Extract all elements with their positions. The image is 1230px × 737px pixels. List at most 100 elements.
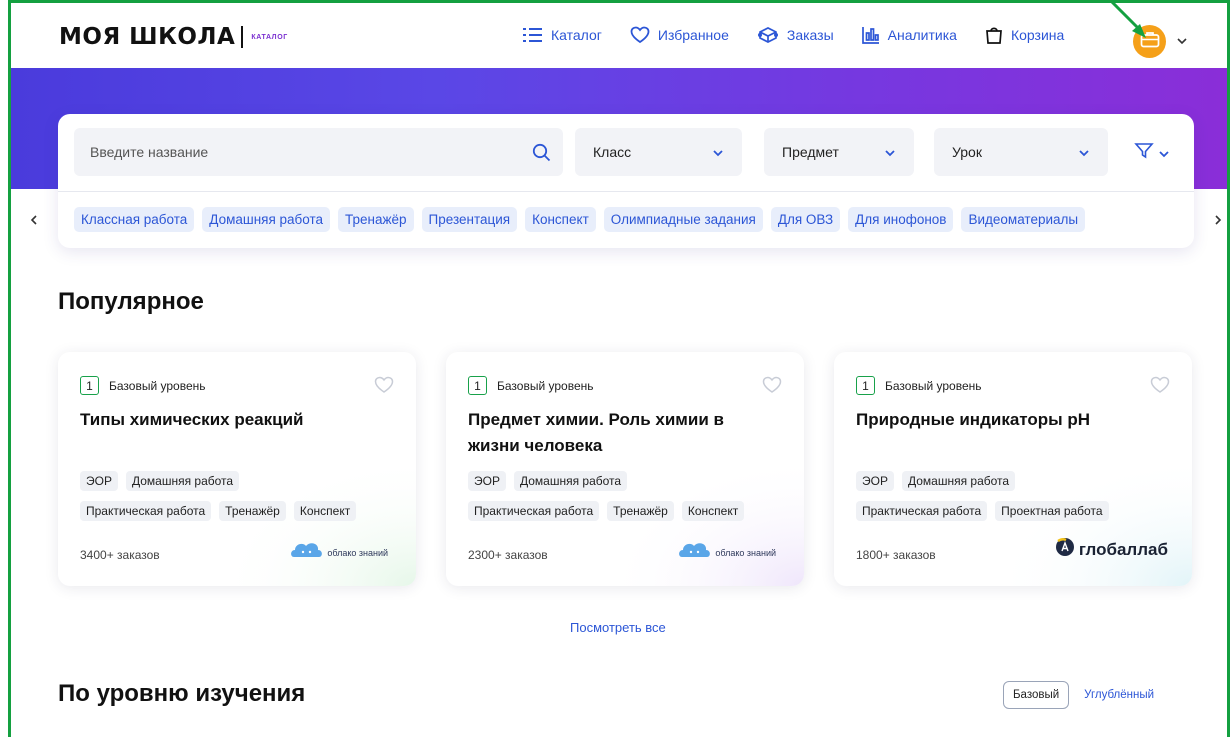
search-box [74, 128, 563, 176]
chip[interactable]: Домашняя работа [202, 207, 331, 232]
nav-catalog-label: Каталог [551, 27, 602, 43]
tag-row: ЭОР Домашняя работа [80, 471, 400, 499]
heart-icon [630, 26, 650, 44]
favorite-heart-icon[interactable] [762, 376, 782, 399]
select-class[interactable]: Класс [575, 128, 742, 176]
logo-divider [241, 26, 244, 48]
chip[interactable]: Олимпиадные задания [603, 207, 763, 232]
filter-button[interactable] [1134, 142, 1170, 165]
level-label: Базовый уровень [497, 378, 594, 393]
tag: Домашняя работа [513, 471, 628, 491]
brand-name: глобаллаб [1078, 539, 1168, 559]
chevron-down-icon [1078, 144, 1090, 160]
tag: Практическая работа [856, 501, 988, 521]
search-input[interactable] [90, 128, 510, 176]
main-nav: Каталог Избранное Заказы Аналитика Корзи… [523, 25, 1064, 45]
brand-logo: облако знаний [678, 540, 776, 565]
tag-row: ЭОР Домашняя работа [468, 471, 788, 499]
search-icon[interactable] [532, 143, 551, 167]
tag: Конспект [293, 501, 357, 521]
level-label: Базовый уровень [885, 378, 982, 393]
card-title[interactable]: Природные индикаторы pH [856, 407, 1156, 433]
tag: Тренажёр [219, 501, 286, 521]
see-all-link[interactable]: Посмотреть все [570, 620, 666, 635]
tag: Домашняя работа [901, 471, 1016, 491]
select-subject-label: Предмет [782, 144, 839, 160]
type-chips: Классная работа Домашняя работа Тренажёр… [74, 207, 1093, 232]
nav-favorites-label: Избранное [657, 27, 729, 43]
chevron-down-icon [1158, 145, 1170, 163]
tag: Домашняя работа [125, 471, 240, 491]
logo[interactable]: МОЯ ШКОЛА КАТАЛОГ [59, 24, 288, 50]
tag: Тренажёр [607, 501, 674, 521]
orders-count: 2300+ заказов [468, 548, 548, 562]
orders-count: 3400+ заказов [80, 548, 160, 562]
card-title[interactable]: Типы химических реакций [80, 407, 380, 433]
chevron-right-icon[interactable] [1210, 212, 1226, 228]
search-panel: Класс Предмет Урок Классная работа Домаш… [58, 114, 1194, 248]
level-number: 1 [80, 376, 99, 395]
product-card[interactable]: 1 Базовый уровень Природные индикаторы p… [834, 352, 1192, 586]
tag-row: Практическая работа Проектная работа [856, 501, 1176, 529]
filter-icon [1134, 142, 1154, 165]
section-title-by-level: По уровню изучения [58, 680, 306, 707]
analytics-icon [861, 26, 880, 44]
nav-analytics-label: Аналитика [887, 27, 957, 43]
chip[interactable]: Тренажёр [338, 207, 414, 232]
tag: Проектная работа [995, 501, 1109, 521]
chip[interactable]: Видеоматериалы [961, 207, 1086, 232]
cloud-icon [290, 540, 324, 565]
tag-row: ЭОР Домашняя работа [856, 471, 1176, 499]
brand-name: облако знаний [327, 547, 388, 558]
card-title[interactable]: Предмет химии. Роль химии в жизни челове… [468, 407, 768, 459]
list-icon [523, 27, 543, 43]
level-number: 1 [468, 376, 487, 395]
tag: Конспект [681, 501, 745, 521]
chip[interactable]: Презентация [421, 207, 518, 232]
tag: Практическая работа [80, 501, 212, 521]
product-card[interactable]: 1 Базовый уровень Типы химических реакци… [58, 352, 416, 586]
chevron-left-icon[interactable] [26, 212, 42, 228]
brand-name: облако знаний [715, 547, 776, 558]
annotation-arrow-icon [1108, 0, 1146, 38]
favorite-heart-icon[interactable] [1150, 376, 1170, 399]
nav-analytics[interactable]: Аналитика [861, 26, 957, 44]
level-option-advanced[interactable]: Углублённый [1075, 682, 1163, 708]
nav-catalog[interactable]: Каталог [523, 27, 602, 43]
select-lesson[interactable]: Урок [934, 128, 1108, 176]
product-card[interactable]: 1 Базовый уровень Предмет химии. Роль хи… [446, 352, 804, 586]
level-badge: 1 Базовый уровень [468, 376, 594, 395]
chevron-down-icon [712, 144, 724, 160]
bag-icon [985, 25, 1003, 45]
chip[interactable]: Для инофонов [848, 207, 954, 232]
divider [58, 191, 1194, 192]
orders-count: 1800+ заказов [856, 548, 936, 562]
tag: ЭОР [80, 471, 118, 491]
orders-icon [757, 26, 779, 44]
favorite-heart-icon[interactable] [374, 376, 394, 399]
nav-favorites[interactable]: Избранное [630, 26, 729, 44]
section-title-popular: Популярное [58, 288, 204, 315]
level-label: Базовый уровень [109, 378, 206, 393]
cloud-icon [678, 540, 712, 565]
chevron-down-icon[interactable] [1176, 32, 1188, 50]
level-number: 1 [856, 376, 875, 395]
select-subject[interactable]: Предмет [764, 128, 914, 176]
logo-subtitle: КАТАЛОГ [251, 33, 288, 41]
tag-row: Практическая работа Тренажёр Конспект [468, 501, 788, 529]
nav-orders-label: Заказы [786, 27, 834, 43]
tag-row: Практическая работа Тренажёр Конспект [80, 501, 400, 529]
select-lesson-label: Урок [952, 144, 982, 160]
chip[interactable]: Классная работа [74, 207, 195, 232]
level-badge: 1 Базовый уровень [80, 376, 206, 395]
tag: ЭОР [856, 471, 894, 491]
chip[interactable]: Конспект [525, 207, 596, 232]
level-badge: 1 Базовый уровень [856, 376, 982, 395]
level-option-basic[interactable]: Базовый [1003, 681, 1070, 709]
brand-logo: облако знаний [290, 540, 388, 565]
tag: ЭОР [468, 471, 506, 491]
level-switch: Базовый Углублённый [1003, 681, 1163, 709]
chip[interactable]: Для ОВЗ [770, 207, 841, 232]
brand-logo: глобаллаб [1055, 537, 1168, 562]
nav-orders[interactable]: Заказы [757, 26, 834, 44]
